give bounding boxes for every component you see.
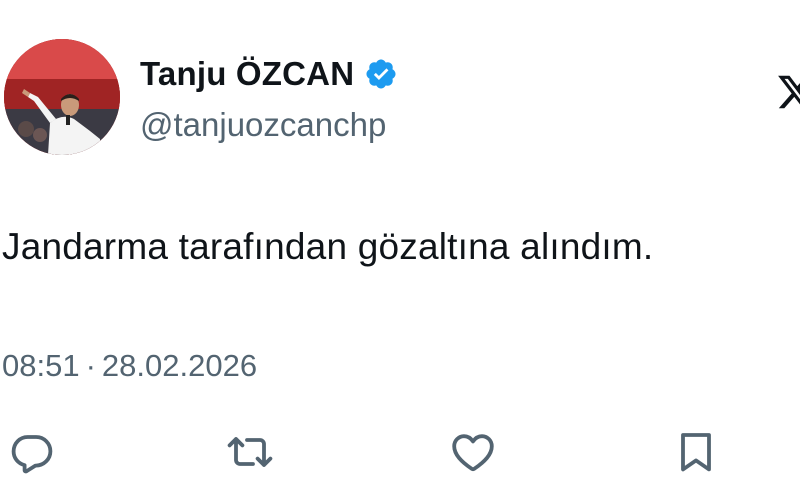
avatar-photo: [4, 39, 120, 155]
bookmark-button[interactable]: [672, 428, 720, 476]
reply-button[interactable]: [8, 428, 56, 476]
verified-badge-icon: [366, 59, 396, 89]
reply-icon: [11, 435, 53, 474]
meta-separator: ·: [85, 348, 96, 383]
heart-icon: [452, 434, 494, 472]
user-handle[interactable]: @tanjuozcanchp: [140, 106, 386, 144]
display-name-row: Tanju ÖZCAN: [140, 54, 398, 94]
tweet-card: Tanju ÖZCAN @tanjuozcanchp Jandarma tara…: [0, 0, 800, 484]
retweet-button[interactable]: [226, 428, 274, 476]
tweet-text: Jandarma tarafından gözaltına alındım.: [2, 226, 654, 267]
bookmark-icon: [681, 433, 711, 472]
avatar[interactable]: [4, 39, 120, 155]
x-logo-icon[interactable]: [776, 72, 800, 112]
like-button[interactable]: [449, 428, 497, 476]
retweet-icon: [227, 437, 273, 467]
tweet-timestamp[interactable]: 08:51 · 28.02.2026: [2, 348, 257, 384]
display-name[interactable]: Tanju ÖZCAN: [140, 55, 354, 93]
tweet-time: 08:51: [2, 348, 80, 383]
tweet-date: 28.02.2026: [101, 348, 258, 383]
